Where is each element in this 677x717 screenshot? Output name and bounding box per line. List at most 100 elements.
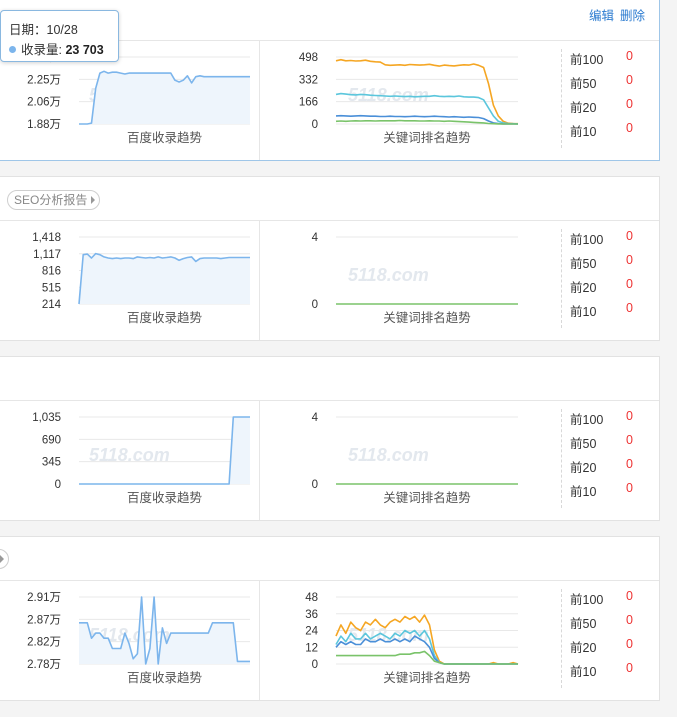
watermark-logo: 5118.com	[348, 265, 429, 285]
y-tick-label: 48	[305, 592, 318, 604]
tooltip-date-label: 日期：	[9, 23, 47, 37]
tooltip-date: 日期：10/28	[9, 19, 78, 38]
y-tick-label: 0	[312, 479, 318, 491]
seo-report-button[interactable]: SEO分析报告	[7, 190, 101, 210]
y-tick-label: 0	[312, 299, 318, 311]
rank-value: 0	[626, 301, 633, 315]
y-tick-label: 345	[42, 457, 61, 469]
rank-label: 前100	[570, 53, 604, 67]
rank-label: 前10	[570, 305, 597, 319]
y-tick-label: 2.82万	[27, 637, 61, 649]
tooltip-series-value: 23 703	[65, 43, 104, 57]
chart-caption: 关键词排名趋势	[383, 310, 471, 325]
rank-row: 前50 0	[570, 433, 633, 452]
card-body: 5118.com 1,035 690 345 0 百度收录趋势 5118.com 4 0 关键词…	[0, 401, 659, 520]
y-tick-label: 0	[312, 119, 318, 131]
rank-row: 前20 0	[570, 97, 633, 116]
y-tick-label: 166	[299, 97, 318, 109]
caret-right-icon	[0, 555, 4, 563]
y-tick-label: 690	[42, 434, 61, 446]
rank-label: 前10	[570, 125, 597, 139]
chart-tooltip: 日期：10/28 收录量: 23 703	[0, 10, 119, 62]
rank-row: 前10 0	[570, 661, 633, 680]
chart-caption: 百度收录趋势	[127, 310, 203, 325]
rank-list: 前100 0 前50 0 前20 0 前10 0	[561, 49, 642, 148]
rank-label: 前20	[570, 461, 597, 475]
rank-label: 前50	[570, 437, 597, 451]
card-actions: 编辑 删除	[583, 5, 645, 24]
y-tick-label: 2.06万	[27, 97, 61, 109]
rank-value: 0	[626, 661, 633, 675]
expand-button[interactable]	[0, 549, 9, 569]
rank-row: 前50 0	[570, 73, 633, 92]
rank-label: 前20	[570, 281, 597, 295]
delete-link[interactable]: 删除	[620, 9, 645, 23]
y-tick-label: 332	[299, 74, 318, 86]
watermark-logo: 5118.com	[348, 445, 429, 465]
rank-label: 前100	[570, 593, 604, 607]
rank-row: 前10 0	[570, 481, 633, 500]
rank-value: 0	[626, 73, 633, 87]
rank-value: 0	[626, 481, 633, 495]
y-tick-label: 4	[312, 232, 319, 244]
card-body: 5118.com 1,418 1,117 816 515 214 百度收录趋势 5118.c…	[0, 221, 659, 340]
rank-label: 前100	[570, 233, 604, 247]
series-area	[79, 71, 250, 124]
rank-value: 0	[626, 637, 633, 651]
keyword-rank-chart: 5118.com4983321660关键词排名趋势	[299, 52, 519, 145]
chart-caption: 关键词排名趋势	[383, 130, 471, 145]
y-tick-label: 0	[312, 659, 318, 671]
rank-row: 前100 0	[570, 589, 633, 608]
series-area	[79, 253, 250, 304]
y-tick-label: 2.25万	[27, 74, 61, 86]
y-tick-label: 12	[305, 642, 318, 654]
site-card-2: SEO分析报告 5118.com 1,418 1,117 816 515 214 百度收录趋…	[0, 176, 660, 341]
rank-row: 前50 0	[570, 253, 633, 272]
chart-caption: 关键词排名趋势	[383, 670, 471, 685]
site-card-3: 5118.com 1,035 690 345 0 百度收录趋势 5118.com 4 0 关键词…	[0, 356, 660, 521]
series-dot-icon	[9, 46, 16, 53]
keyword-rank-chart: 5118.com483624120关键词排名趋势	[305, 592, 519, 685]
rank-value: 0	[626, 121, 633, 135]
series-line	[336, 650, 518, 665]
rank-label: 前50	[570, 77, 597, 91]
rank-row: 前10 0	[570, 301, 633, 320]
rank-list: 前100 0 前50 0 前20 0 前10 0	[561, 229, 642, 328]
rank-row: 前50 0	[570, 613, 633, 632]
y-tick-label: 2.78万	[27, 659, 61, 671]
y-tick-label: 1,117	[33, 249, 61, 261]
tooltip-date-value: 10/28	[46, 23, 78, 37]
y-tick-label: 1,418	[32, 232, 61, 244]
rank-value: 0	[626, 613, 633, 627]
rank-label: 前20	[570, 641, 597, 655]
rank-row: 前100 0	[570, 409, 633, 428]
rank-label: 前50	[570, 257, 597, 271]
y-tick-label: 2.91万	[27, 592, 61, 604]
chart-caption: 百度收录趋势	[127, 670, 203, 685]
rank-label: 前50	[570, 617, 597, 631]
keyword-rank-chart: 5118.com 4 0 关键词排名趋势	[312, 412, 518, 505]
rank-value: 0	[626, 49, 633, 63]
edit-link[interactable]: 编辑	[589, 9, 614, 23]
baidu-index-chart: 5118.com1,4181,117816515214百度收录趋势	[32, 232, 250, 325]
rank-row: 前20 0	[570, 637, 633, 656]
rank-value: 0	[626, 229, 633, 243]
y-tick-label: 36	[305, 609, 318, 621]
rank-row: 前20 0	[570, 457, 633, 476]
rank-value: 0	[626, 433, 633, 447]
y-tick-label: 214	[42, 299, 62, 311]
rank-value: 0	[626, 97, 633, 111]
rank-label: 前100	[570, 413, 604, 427]
y-tick-label: 498	[299, 52, 318, 64]
rank-list: 前100 0 前50 0 前20 0 前10 0	[561, 409, 642, 508]
chart-caption: 百度收录趋势	[127, 490, 203, 505]
tooltip-series-label: 收录量:	[21, 43, 62, 57]
baidu-index-chart: 5118.com1,0356903450百度收录趋势	[32, 412, 250, 505]
rank-label: 前10	[570, 665, 597, 679]
y-tick-label: 24	[305, 626, 318, 638]
rank-label: 前10	[570, 485, 597, 499]
rank-row: 前100 0	[570, 49, 633, 68]
baidu-index-chart: 5118.com2.91万2.87万2.82万2.78万百度收录趋势	[27, 592, 250, 685]
y-tick-label: 0	[55, 479, 61, 491]
y-tick-label: 816	[42, 266, 61, 278]
